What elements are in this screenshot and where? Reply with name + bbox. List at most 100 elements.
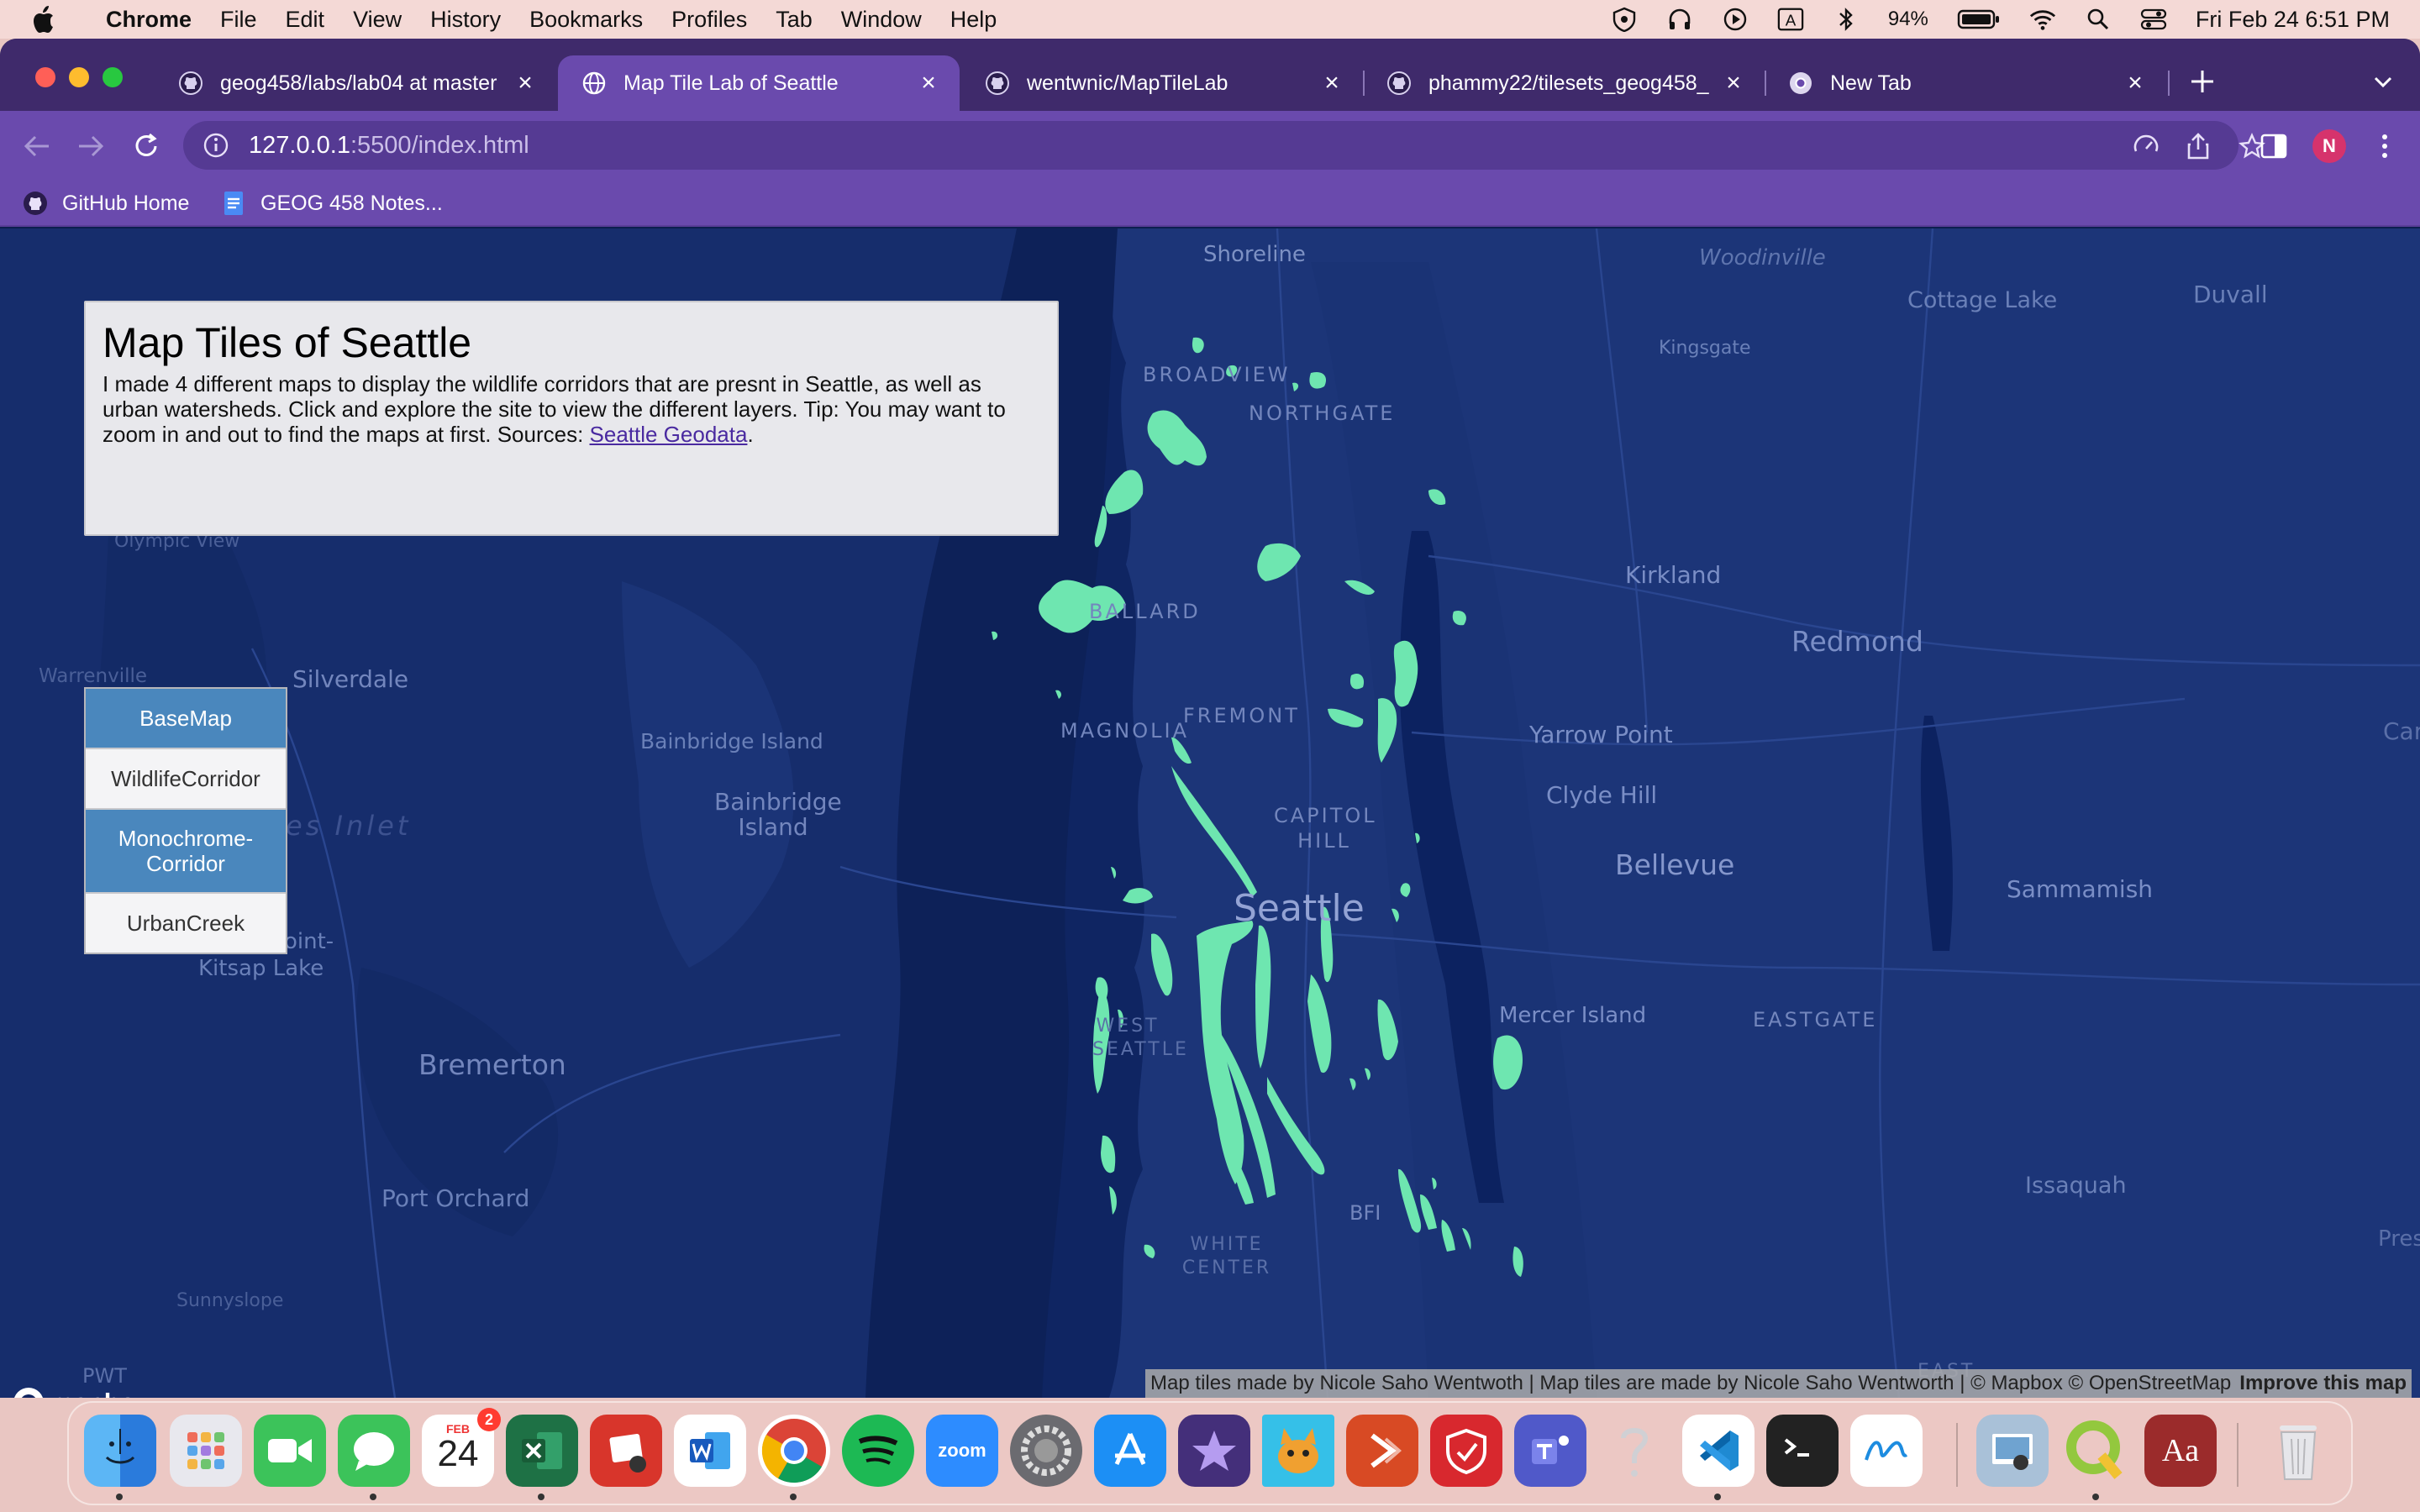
profile-avatar[interactable]: N <box>2312 129 2346 163</box>
control-center-icon[interactable] <box>2140 6 2167 33</box>
forward-arrow-icon[interactable] <box>72 128 109 165</box>
menu-view[interactable]: View <box>353 7 402 33</box>
map-label-bainbridge-island-water: Bainbridge Island <box>640 729 823 753</box>
site-info-icon[interactable] <box>202 131 230 160</box>
dock-spotify[interactable] <box>842 1415 914 1487</box>
dock-vscode[interactable] <box>1682 1415 1754 1487</box>
bookmarks-bar: GitHub Home GEOG 458 Notes... <box>0 180 2420 227</box>
improve-map-link[interactable]: Improve this map <box>2239 1372 2407 1395</box>
battery-icon[interactable] <box>1957 6 2001 33</box>
spotlight-search-icon[interactable] <box>2085 6 2112 33</box>
now-playing-icon[interactable] <box>1722 6 1749 33</box>
wifi-icon[interactable] <box>2029 6 2056 33</box>
dock-excel[interactable] <box>506 1415 578 1487</box>
dock-calendar[interactable]: FEB 24 2 <box>422 1408 501 1487</box>
seattle-geodata-link[interactable]: Seattle Geodata <box>590 422 748 447</box>
layer-toggle-wildlife-corridor[interactable]: WildlifeCorridor <box>86 749 286 810</box>
url-text[interactable]: 127.0.0.1:5500/index.html <box>249 132 529 160</box>
menubar-clock[interactable]: Fri Feb 24 6:51 PM <box>2196 7 2390 33</box>
close-tab-icon[interactable]: × <box>513 71 538 96</box>
dock-freeform[interactable] <box>1850 1415 1923 1487</box>
layer-toggle-monochrome-corridor[interactable]: Monochrome-Corridor <box>86 810 286 894</box>
dock-app-store[interactable] <box>1094 1415 1166 1487</box>
tab-phammy22-tilesets[interactable]: phammy22/tilesets_geog458_ × <box>1363 55 1765 111</box>
vpn-shield-icon[interactable] <box>1611 6 1638 33</box>
dock-terminal[interactable] <box>1766 1415 1839 1487</box>
layer-toggle-basemap[interactable]: BaseMap <box>86 689 286 749</box>
page-title: Map Tiles of Seattle <box>103 319 472 366</box>
apple-menu-icon[interactable] <box>30 0 77 39</box>
menu-help[interactable]: Help <box>950 7 997 33</box>
reload-icon[interactable] <box>128 128 165 165</box>
bookmark-geog458-notes[interactable]: GEOG 458 Notes... <box>220 186 443 220</box>
dock-facetime[interactable] <box>254 1415 326 1487</box>
tab-map-tile-lab[interactable]: Map Tile Lab of Seattle × <box>558 55 960 111</box>
close-tab-icon[interactable]: × <box>1721 71 1746 96</box>
macos-dock: FEB 24 2 zoom Aa <box>67 1401 2353 1505</box>
close-tab-icon[interactable]: × <box>916 71 941 96</box>
menu-app-name[interactable]: Chrome <box>106 7 192 33</box>
dock-imovie[interactable] <box>1178 1415 1250 1487</box>
dock-teams[interactable] <box>1514 1415 1586 1487</box>
map-viewport[interactable]: Shoreline Woodinville Cottage Lake Duval… <box>0 228 2420 1398</box>
layer-menu: BaseMap WildlifeCorridor Monochrome-Corr… <box>84 687 287 954</box>
close-window-button[interactable] <box>35 67 55 87</box>
side-panel-icon[interactable] <box>2257 129 2291 163</box>
macos-menu-bar: Chrome File Edit View History Bookmarks … <box>0 0 2420 39</box>
chrome-menu-icon[interactable] <box>2368 129 2402 163</box>
map-label-kitsap-lake: Kitsap Lake <box>198 956 324 981</box>
menu-window[interactable]: Window <box>841 7 922 33</box>
dock-launchpad[interactable] <box>170 1415 242 1487</box>
tab-geog458-labs[interactable]: geog458/labs/lab04 at master × <box>155 55 556 111</box>
input-source-icon[interactable]: A <box>1777 6 1804 33</box>
map-label-port-orchard: Port Orchard <box>381 1184 530 1212</box>
dock-qgis[interactable] <box>2060 1415 2133 1487</box>
dock-system-settings[interactable] <box>1010 1415 1082 1487</box>
menu-profiles[interactable]: Profiles <box>671 7 747 33</box>
attribution-text[interactable]: Map tiles made by Nicole Saho Wentwoth |… <box>1150 1372 2231 1395</box>
close-tab-icon[interactable]: × <box>2123 71 2148 96</box>
tab-search-chevron-icon[interactable] <box>2371 71 2395 94</box>
bookmark-github-home[interactable]: GitHub Home <box>22 186 189 220</box>
performance-gauge-icon[interactable] <box>2133 133 2160 160</box>
teams-icon <box>1532 1436 1569 1464</box>
dock-dictionary[interactable]: Aa <box>2144 1415 2217 1487</box>
dock-word[interactable] <box>674 1415 746 1487</box>
mapbox-logo[interactable]: mapbox <box>13 1384 150 1398</box>
dock-security-app[interactable] <box>1430 1415 1502 1487</box>
menu-bookmarks[interactable]: Bookmarks <box>529 7 643 33</box>
zoom-window-button[interactable] <box>103 67 123 87</box>
running-indicator <box>370 1494 376 1500</box>
menu-edit[interactable]: Edit <box>286 7 325 33</box>
menu-tab[interactable]: Tab <box>776 7 813 33</box>
menu-file[interactable]: File <box>220 7 257 33</box>
dock-help[interactable] <box>1598 1415 1670 1487</box>
dock-remote-desktop[interactable] <box>1346 1415 1418 1487</box>
layer-toggle-urban-creek[interactable]: UrbanCreek <box>86 894 286 953</box>
dock-zoom[interactable]: zoom <box>926 1415 998 1487</box>
dock-finder[interactable] <box>84 1415 156 1487</box>
share-icon[interactable] <box>2185 133 2212 160</box>
dock-messages[interactable] <box>338 1415 410 1487</box>
freeform-icon <box>1865 1441 1908 1461</box>
gear-icon <box>1021 1425 1071 1476</box>
dock-preview[interactable] <box>1976 1415 2049 1487</box>
back-arrow-icon[interactable] <box>18 128 55 165</box>
new-tab-plus-icon[interactable] <box>2188 67 2217 96</box>
tab-wentwnic-maptilelab[interactable]: wentwnic/MapTileLab × <box>961 55 1363 111</box>
minimize-window-button[interactable] <box>69 67 89 87</box>
headphones-icon[interactable] <box>1666 6 1693 33</box>
map-label-bfi: BFI <box>1349 1201 1381 1225</box>
map-label-shoreline: Shoreline <box>1203 242 1306 267</box>
dock-photo-booth[interactable] <box>590 1415 662 1487</box>
menu-history[interactable]: History <box>430 7 501 33</box>
tab-new-tab[interactable]: New Tab × <box>1765 55 2166 111</box>
address-bar[interactable]: 127.0.0.1:5500/index.html <box>183 121 2265 170</box>
dock-trash[interactable] <box>2262 1415 2334 1487</box>
cat-icon <box>1278 1428 1318 1473</box>
bluetooth-icon[interactable] <box>1833 6 1860 33</box>
dock-cat-app[interactable] <box>1262 1415 1334 1487</box>
close-tab-icon[interactable]: × <box>1319 71 1344 96</box>
mapbox-logo-icon <box>13 1388 44 1398</box>
dock-chrome[interactable] <box>758 1415 830 1487</box>
